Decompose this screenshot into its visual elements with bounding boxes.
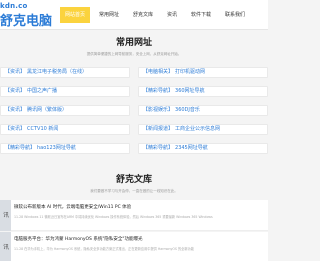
link-category: 【资讯】 — [5, 126, 26, 132]
link-text: 360DJ音乐 — [175, 107, 200, 113]
link-item[interactable]: 【资讯】 中国之声广播 — [0, 86, 130, 97]
main-nav: 网站首页 常用网址 舒克文库 资讯 软件下载 联系我们 — [60, 7, 268, 23]
link-text: hao123网址导航 — [37, 145, 76, 151]
article-title[interactable]: 微软公布新版本 AI 时代，云端电脑更安全/Win11 PC 体验 — [14, 204, 264, 210]
link-text: CCTV10 新闻 — [27, 126, 59, 132]
article-summary: 11.28 在华为手机上，华为 HarmonyOS 系统，隐私安全多功能方案正式… — [14, 247, 194, 251]
nav-item-home[interactable]: 网站首页 — [60, 7, 90, 23]
link-text: 工商企业公示信息网 — [175, 126, 221, 132]
link-item[interactable]: 【精彩导航】 2345网址导航 — [138, 143, 268, 154]
article-summary: 11.28 Windows 11 微软近日宣布在ARM 中将持续优化 Windo… — [14, 215, 213, 219]
article-thumbnail: 讯 — [0, 232, 11, 261]
logo-name: 舒克电脑 — [0, 14, 53, 29]
logo-url: kdn.co — [0, 2, 28, 10]
link-text: 360网址导航 — [175, 88, 205, 94]
links-section-subtitle: 提供简单便捷的上网导航服务，安全上网，从舒克网址开始。 — [86, 52, 182, 56]
link-category: 【资讯】 — [5, 88, 26, 94]
link-item[interactable]: 【资讯】 CCTV10 新闻 — [0, 124, 130, 135]
link-category: 【精彩导航】 — [143, 145, 174, 151]
link-item[interactable]: 【新闻报道】 工商企业公示信息网 — [138, 124, 268, 135]
link-item[interactable]: 【资讯】 腾讯网（繁体版） — [0, 105, 130, 116]
link-text: 2345网址导航 — [175, 145, 208, 151]
link-category: 【新闻报道】 — [143, 126, 174, 132]
library-section-title: 舒克文库 — [115, 175, 152, 185]
library-section-subtitle: 我们要做不学习与开会停，一直在做的让一线知识在此。 — [90, 189, 178, 193]
article-item[interactable]: 讯 电脑服务平台：华为鸿蒙 HarmonyOS 系统"隐私安全"功能曝光 11.… — [0, 232, 268, 261]
link-category: 【电脑相关】 — [143, 69, 174, 75]
nav-item-software[interactable]: 软件下载 — [186, 7, 216, 23]
link-category: 【影视娱乐】 — [143, 107, 174, 113]
link-text: 打印机驱动网 — [175, 69, 206, 75]
link-item[interactable]: 【影视娱乐】 360DJ音乐 — [138, 105, 268, 116]
nav-item-news[interactable]: 资讯 — [162, 7, 182, 23]
nav-item-contact[interactable]: 联系我们 — [220, 7, 250, 23]
article-thumbnail: 讯 — [0, 200, 11, 231]
nav-item-common-sites[interactable]: 常用网址 — [94, 7, 124, 23]
link-category: 【资讯】 — [5, 107, 26, 113]
nav-item-library[interactable]: 舒克文库 — [128, 7, 158, 23]
site-header: kdn.co 舒克电脑 网站首页 常用网址 舒克文库 资讯 软件下载 联系我们 — [0, 0, 268, 30]
link-category: 【精彩导航】 — [143, 88, 174, 94]
link-item[interactable]: 【精彩导航】 360网址导航 — [138, 86, 268, 97]
site-logo[interactable]: kdn.co 舒克电脑 — [0, 2, 58, 29]
link-category: 【资讯】 — [5, 69, 26, 75]
link-text: 腾讯网（繁体版） — [27, 107, 68, 113]
link-category: 【精彩导航】 — [5, 145, 36, 151]
article-title[interactable]: 电脑服务平台：华为鸿蒙 HarmonyOS 系统"隐私安全"功能曝光 — [14, 236, 264, 242]
link-item[interactable]: 【电脑相关】 打印机驱动网 — [138, 67, 268, 78]
link-item[interactable]: 【资讯】 黑龙江电子税务局（在线） — [0, 67, 130, 78]
article-item[interactable]: 讯 微软公布新版本 AI 时代，云端电脑更安全/Win11 PC 体验 11.2… — [0, 200, 268, 231]
link-text: 黑龙江电子税务局（在线） — [27, 69, 88, 75]
link-item[interactable]: 【精彩导航】 hao123网址导航 — [0, 143, 130, 154]
links-section-title: 常用网址 — [115, 38, 152, 48]
link-text: 中国之声广播 — [27, 88, 58, 94]
thumbnail-label: 讯 — [3, 212, 10, 219]
thumbnail-label: 讯 — [3, 244, 10, 251]
